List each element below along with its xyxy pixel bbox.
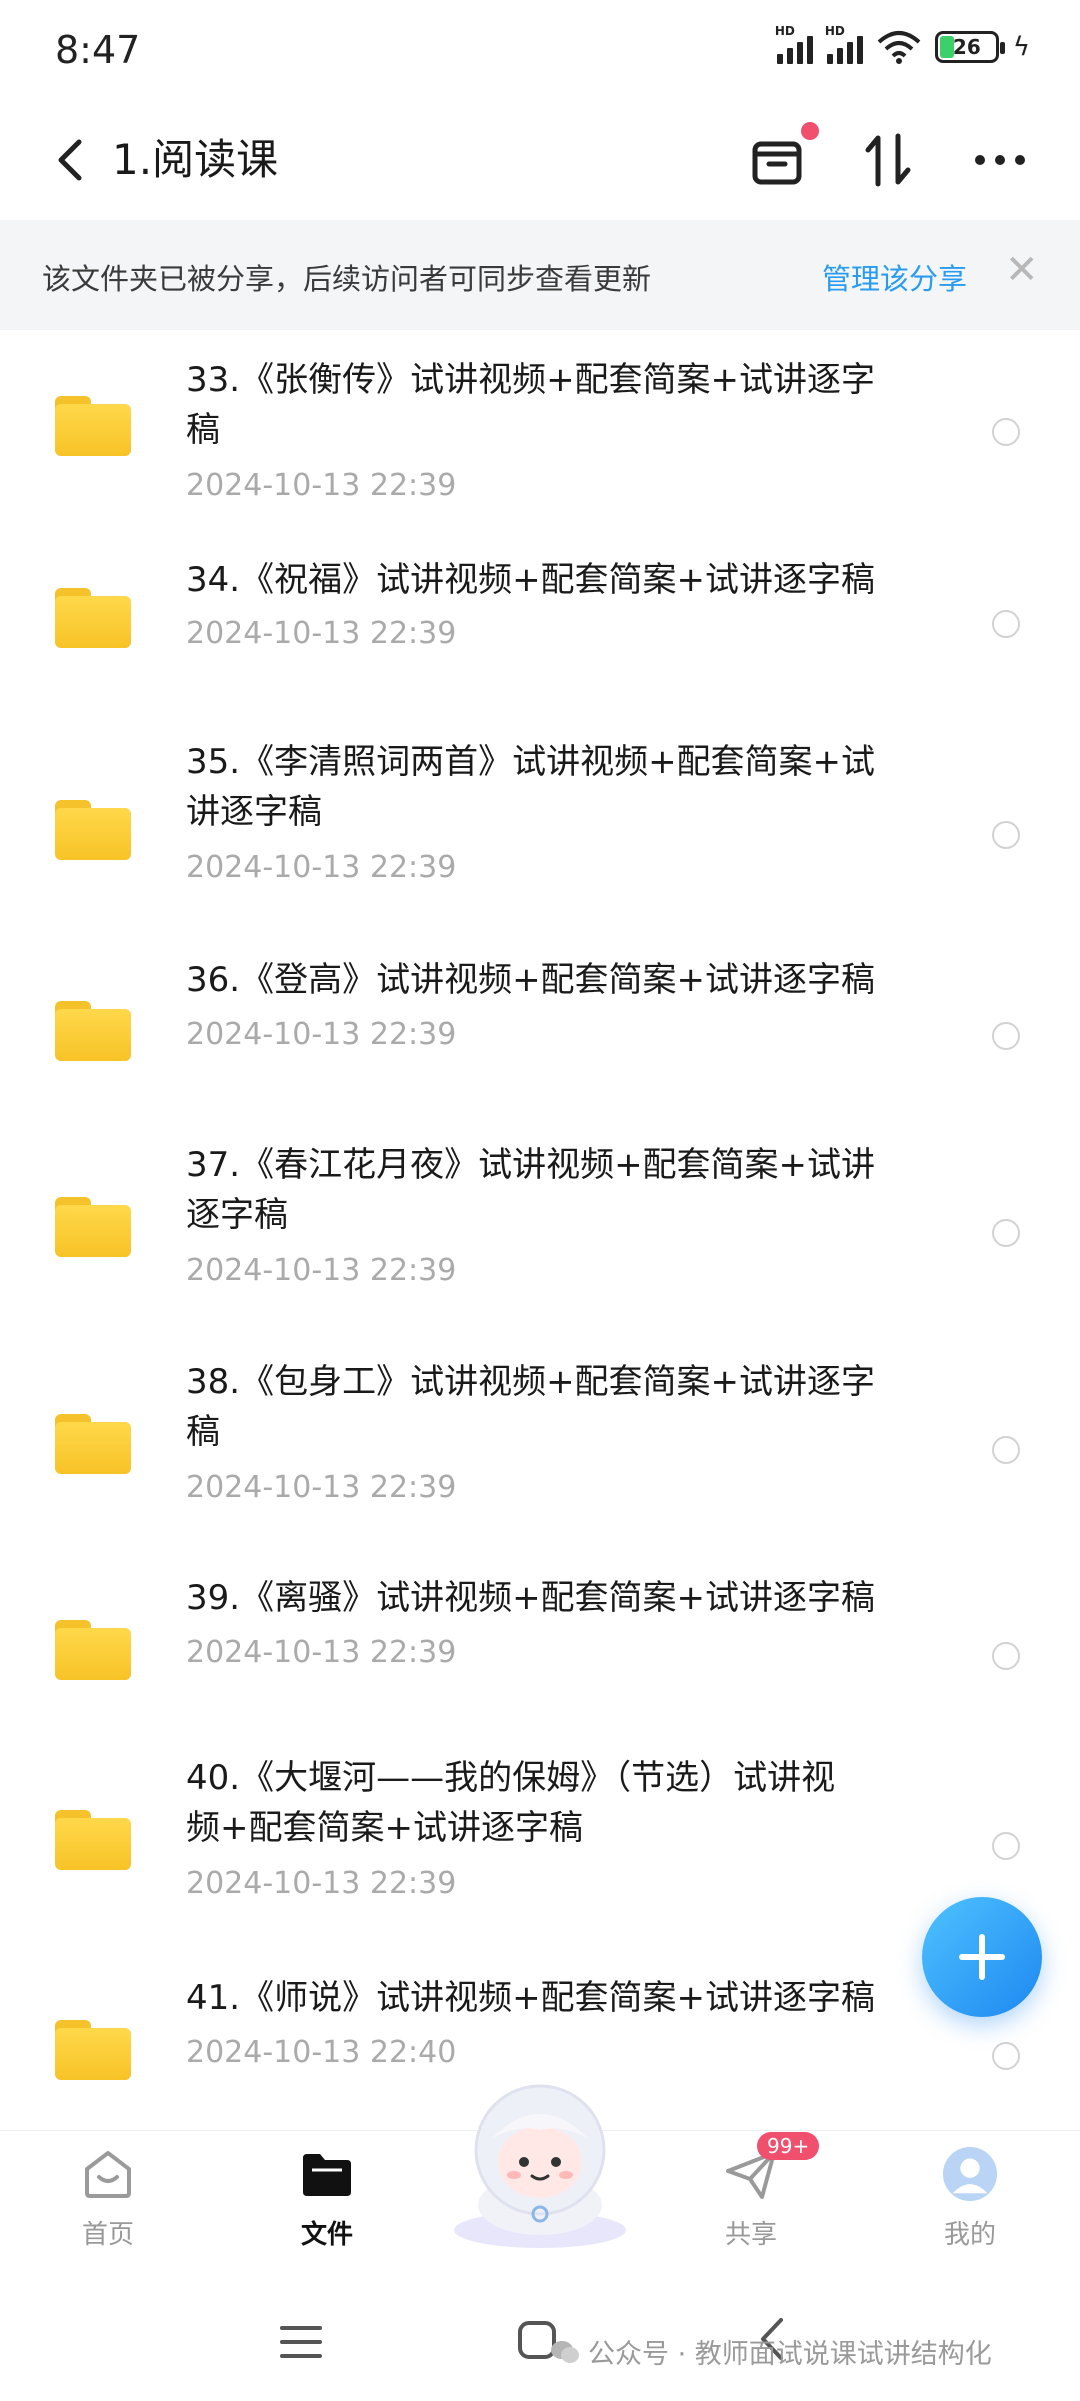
paper-plane-icon: 99+ bbox=[723, 2132, 820, 2202]
file-name: 34.《祝福》试讲视频+配套简案+试讲逐字稿 bbox=[186, 560, 876, 600]
home-icon bbox=[80, 2146, 136, 2202]
file-name: 33.《张衡传》试讲视频+配套简案+试讲逐字稿 bbox=[186, 360, 876, 450]
battery-icon: 26 bbox=[934, 31, 1005, 63]
list-item[interactable]: 37.《春江花月夜》试讲视频+配套简案+试讲 逐字稿 2024-10-13 22:… bbox=[0, 1140, 1080, 1350]
signal-icon-2: HD bbox=[825, 24, 863, 64]
watermark-text: 公众号 · 教师面试说课试讲结构化 bbox=[588, 2339, 992, 2370]
folder-icon bbox=[55, 1810, 131, 1870]
mascot-assistant-button[interactable] bbox=[440, 2080, 640, 2250]
nav-share[interactable]: 99+ 共享 bbox=[681, 2132, 821, 2266]
system-nav-bar: 公众号 · 教师面试说课试讲结构化 bbox=[0, 2290, 1080, 2401]
nav-mine[interactable]: 我的 bbox=[900, 2146, 1040, 2266]
file-name: 36.《登高》试讲视频+配套简案+试讲逐字稿 bbox=[186, 960, 876, 1000]
nav-share-label: 共享 bbox=[724, 2220, 777, 2250]
folder-icon bbox=[55, 1001, 131, 1061]
transfer-list-button[interactable] bbox=[745, 122, 819, 192]
add-button[interactable] bbox=[922, 1897, 1042, 2017]
list-item[interactable]: 35.《李清照词两首》试讲视频+配套简案+试 讲逐字稿 2024-10-13 22… bbox=[0, 730, 1080, 940]
chevron-left-icon bbox=[58, 139, 82, 181]
folder-icon bbox=[55, 1197, 131, 1257]
select-radio[interactable] bbox=[992, 2042, 1020, 2070]
list-item[interactable]: 34.《祝福》试讲视频+配套简案+试讲逐字稿 2024-10-13 22:39 bbox=[0, 540, 1080, 710]
file-date: 2024-10-13 22:39 bbox=[186, 1017, 457, 1052]
sort-button[interactable] bbox=[856, 128, 920, 192]
share-badge: 99+ bbox=[757, 2132, 820, 2160]
close-banner-button[interactable]: ✕ bbox=[1005, 248, 1039, 292]
select-radio[interactable] bbox=[992, 418, 1020, 446]
wechat-icon bbox=[551, 2340, 579, 2363]
status-time: 8:47 bbox=[55, 28, 141, 72]
plus-icon bbox=[959, 1934, 1005, 1980]
file-date: 2024-10-13 22:39 bbox=[186, 1866, 457, 1901]
folder-icon bbox=[55, 396, 131, 456]
file-date: 2024-10-13 22:39 bbox=[186, 468, 457, 503]
folder-icon bbox=[55, 800, 131, 860]
signal-icon: HD bbox=[775, 24, 813, 64]
notification-dot bbox=[801, 122, 819, 140]
folder-icon bbox=[55, 588, 131, 648]
nav-files[interactable]: 文件 bbox=[257, 2146, 397, 2266]
charging-icon: ϟ bbox=[1012, 32, 1030, 62]
header: 1.阅读课 bbox=[0, 100, 1080, 220]
page-title: 1.阅读课 bbox=[112, 135, 279, 184]
file-date: 2024-10-13 22:39 bbox=[186, 616, 457, 651]
folder-icon bbox=[55, 1620, 131, 1680]
more-icon bbox=[975, 155, 1025, 165]
select-radio[interactable] bbox=[992, 821, 1020, 849]
file-date: 2024-10-13 22:39 bbox=[186, 1470, 457, 1505]
file-name: 37.《春江花月夜》试讲视频+配套简案+试讲 逐字稿 bbox=[186, 1145, 876, 1235]
status-bar: 8:47 HD HD 26 ϟ bbox=[0, 0, 1080, 100]
file-name: 41.《师说》试讲视频+配套简案+试讲逐字稿 bbox=[186, 1978, 876, 2018]
status-icons: HD HD 26 ϟ bbox=[775, 24, 1030, 64]
manage-share-link[interactable]: 管理该分享 bbox=[822, 256, 967, 298]
nav-files-label: 文件 bbox=[300, 2220, 353, 2250]
nav-mine-label: 我的 bbox=[943, 2220, 996, 2250]
nav-home[interactable]: 首页 bbox=[38, 2146, 178, 2266]
file-name: 38.《包身工》试讲视频+配套简案+试讲逐字稿 bbox=[186, 1362, 876, 1452]
sort-icon bbox=[865, 133, 911, 187]
select-radio[interactable] bbox=[992, 1436, 1020, 1464]
file-date: 2024-10-13 22:40 bbox=[186, 2035, 457, 2070]
file-name: 35.《李清照词两首》试讲视频+配套简案+试 讲逐字稿 bbox=[186, 742, 876, 832]
battery-level: 26 bbox=[952, 35, 981, 59]
wifi-icon bbox=[877, 31, 921, 64]
select-radio[interactable] bbox=[992, 1022, 1020, 1050]
menu-icon bbox=[280, 2326, 322, 2358]
select-radio[interactable] bbox=[992, 1832, 1020, 1860]
recent-apps-button[interactable] bbox=[278, 2322, 324, 2362]
file-date: 2024-10-13 22:39 bbox=[186, 1635, 457, 1670]
list-item[interactable]: 36.《登高》试讲视频+配套简案+试讲逐字稿 2024-10-13 22:39 bbox=[0, 955, 1080, 1125]
nav-home-label: 首页 bbox=[81, 2220, 134, 2250]
list-item[interactable]: 38.《包身工》试讲视频+配套简案+试讲逐字稿 2024-10-13 22:39 bbox=[0, 1357, 1080, 1567]
select-radio[interactable] bbox=[992, 1219, 1020, 1247]
file-date: 2024-10-13 22:39 bbox=[186, 1253, 457, 1288]
list-item[interactable]: 33.《张衡传》试讲视频+配套简案+试讲逐字稿 2024-10-13 22:39 bbox=[0, 330, 1080, 530]
share-banner-text: 该文件夹已被分享，后续访问者可同步查看更新 bbox=[42, 262, 652, 296]
select-radio[interactable] bbox=[992, 1642, 1020, 1670]
watermark: 公众号 · 教师面试说课试讲结构化 bbox=[550, 2332, 992, 2371]
select-radio[interactable] bbox=[992, 610, 1020, 638]
back-button[interactable] bbox=[40, 130, 100, 190]
list-item[interactable]: 39.《离骚》试讲视频+配套简案+试讲逐字稿 2024-10-13 22:39 bbox=[0, 1573, 1080, 1743]
folder-icon bbox=[55, 2020, 131, 2080]
file-name: 40.《大堰河——我的保姆》（节选）试讲视 频+配套简案+试讲逐字稿 bbox=[186, 1758, 836, 1848]
share-banner: 该文件夹已被分享，后续访问者可同步查看更新 管理该分享 ✕ bbox=[0, 220, 1080, 330]
file-name: 39.《离骚》试讲视频+配套简案+试讲逐字稿 bbox=[186, 1578, 876, 1618]
avatar-icon bbox=[942, 2146, 998, 2202]
file-date: 2024-10-13 22:39 bbox=[186, 850, 457, 885]
more-button[interactable] bbox=[968, 128, 1032, 192]
folder-icon bbox=[55, 1414, 131, 1474]
inbox-icon bbox=[752, 141, 802, 185]
list-item[interactable]: 40.《大堰河——我的保姆》（节选）试讲视 频+配套简案+试讲逐字稿 2024-1… bbox=[0, 1753, 1080, 1963]
folder-nav-icon bbox=[299, 2146, 355, 2202]
file-list: 33.《张衡传》试讲视频+配套简案+试讲逐字稿 2024-10-13 22:39… bbox=[0, 330, 1080, 2130]
